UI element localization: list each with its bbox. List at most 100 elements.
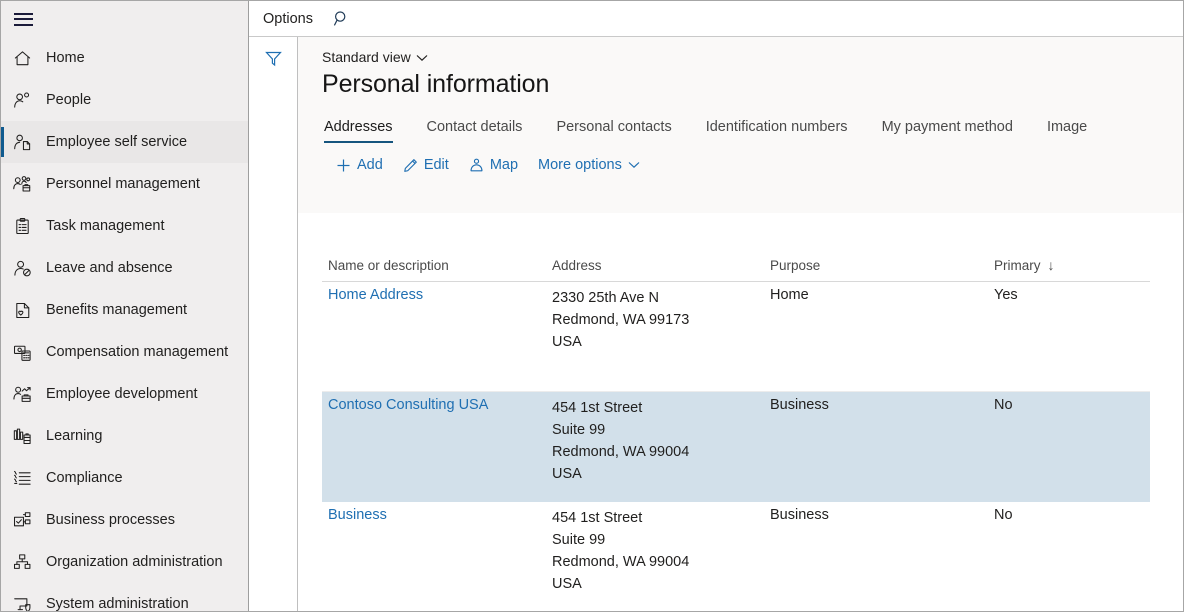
address-name-link[interactable]: Home Address	[328, 287, 423, 303]
sidebar-item-label: People	[46, 92, 92, 108]
sidebar-item-label: Learning	[46, 428, 103, 444]
cell-purpose: Business	[770, 507, 829, 523]
address-line: Redmond, WA 99004	[552, 554, 690, 570]
tab-strip: Addresses Contact details Personal contact…	[322, 115, 1183, 143]
sidebar-item-benefits-management[interactable]: Benefits management	[1, 289, 248, 331]
sidebar-item-label: System administration	[46, 596, 189, 611]
search-icon[interactable]	[333, 10, 350, 27]
org-chart-icon	[13, 553, 43, 572]
table-row[interactable]: Business 454 1st Street Suite 99 Redmond, W…	[322, 502, 1150, 611]
sidebar-item-label: Benefits management	[46, 302, 188, 318]
cell-purpose: Business	[770, 397, 829, 413]
sidebar-nav-list: Home People Employee self service Personnel…	[1, 37, 248, 611]
options-button[interactable]: Options	[263, 11, 313, 27]
cell-name-or-description: Home Address	[322, 282, 546, 391]
grid-column-header-primary[interactable]: Primary ↓	[988, 257, 1150, 273]
sidebar-item-business-processes[interactable]: Business processes	[1, 499, 248, 541]
sidebar-item-label: Organization administration	[46, 554, 223, 570]
grid-column-header-name-or-description[interactable]: Name or description	[322, 258, 546, 273]
filter-rail	[249, 37, 298, 611]
toolbar-button-label: Add	[357, 157, 383, 173]
pencil-icon	[403, 158, 418, 173]
tab-addresses[interactable]: Addresses	[322, 115, 410, 143]
cell-name-or-description: Contoso Consulting USA	[322, 392, 546, 502]
sidebar-header	[1, 1, 248, 37]
addresses-grid: Name or description Address Purpose Primary…	[322, 249, 1183, 611]
grid-column-header-purpose[interactable]: Purpose	[764, 258, 988, 273]
person-document-icon	[13, 133, 43, 152]
address-line: Redmond, WA 99173	[552, 312, 690, 328]
cell-primary: No	[994, 397, 1013, 413]
address-line: USA	[552, 334, 582, 350]
chart-book-icon	[13, 427, 43, 446]
address-line: Suite 99	[552, 532, 606, 548]
action-toolbar: Add Edit Map More options	[322, 153, 1183, 177]
address-line: USA	[552, 576, 582, 592]
tab-personal-contacts[interactable]: Personal contacts	[539, 115, 688, 143]
map-pin-icon	[469, 158, 484, 173]
tab-identification-numbers[interactable]: Identification numbers	[689, 115, 865, 143]
cell-name-or-description: Business	[322, 502, 546, 611]
sidebar-item-system-administration[interactable]: System administration	[1, 583, 248, 611]
sidebar-item-leave-and-absence[interactable]: Leave and absence	[1, 247, 248, 289]
person-clock-icon	[13, 259, 43, 278]
sidebar-item-home[interactable]: Home	[1, 37, 248, 79]
main-region: Options Standard view Personal informati…	[249, 1, 1183, 611]
sidebar-item-organization-administration[interactable]: Organization administration	[1, 541, 248, 583]
address-line: Suite 99	[552, 422, 606, 438]
grid-column-header-address[interactable]: Address	[546, 258, 764, 273]
sidebar-item-employee-self-service[interactable]: Employee self service	[1, 121, 248, 163]
sidebar-item-people[interactable]: People	[1, 79, 248, 121]
money-calculator-icon	[13, 343, 43, 362]
cell-primary: Yes	[994, 287, 1018, 303]
address-line: 454 1st Street	[552, 510, 643, 526]
sidebar-item-personnel-management[interactable]: Personnel management	[1, 163, 248, 205]
filter-funnel-icon[interactable]	[264, 50, 282, 72]
grid-column-label: Primary	[994, 257, 1041, 273]
plus-icon	[336, 158, 351, 173]
page-header: Standard view Personal information Addre…	[298, 37, 1183, 213]
sidebar-item-learning[interactable]: Learning	[1, 415, 248, 457]
sidebar-item-compliance[interactable]: Compliance	[1, 457, 248, 499]
grid-column-label: Name or description	[328, 257, 449, 273]
address-name-link[interactable]: Contoso Consulting USA	[328, 397, 488, 413]
view-selector[interactable]: Standard view	[322, 49, 428, 65]
cell-purpose: Home	[770, 287, 809, 303]
process-flow-icon	[13, 511, 43, 530]
tab-image[interactable]: Image	[1030, 115, 1104, 143]
people-badge-icon	[13, 175, 43, 194]
top-command-bar: Options	[249, 1, 1183, 37]
table-row[interactable]: Contoso Consulting USA 454 1st Street Suit…	[322, 392, 1150, 502]
sidebar-item-compensation-management[interactable]: Compensation management	[1, 331, 248, 373]
sidebar-item-label: Home	[46, 50, 85, 66]
hamburger-icon[interactable]	[14, 12, 33, 26]
chevron-down-icon	[628, 161, 640, 169]
sidebar-item-label: Business processes	[46, 512, 175, 528]
address-line: USA	[552, 466, 582, 482]
cell-address: 454 1st Street Suite 99 Redmond, WA 99004 U…	[546, 502, 764, 611]
grid-column-label: Purpose	[770, 257, 821, 273]
address-line: 2330 25th Ave N	[552, 290, 659, 306]
content-pane: Standard view Personal information Addre…	[298, 37, 1183, 611]
address-name-link[interactable]: Business	[328, 507, 387, 523]
grid-body: Home Address 2330 25th Ave N Redmond, WA 9…	[322, 282, 1183, 611]
edit-button[interactable]: Edit	[397, 153, 463, 177]
cell-address: 2330 25th Ave N Redmond, WA 99173 USA	[546, 282, 764, 391]
sort-descending-icon: ↓	[1047, 257, 1055, 273]
sidebar-item-employee-development[interactable]: Employee development	[1, 373, 248, 415]
page-title: Personal information	[322, 70, 550, 98]
toolbar-button-label: More options	[538, 157, 622, 173]
table-row[interactable]: Home Address 2330 25th Ave N Redmond, WA 9…	[322, 282, 1150, 392]
add-button[interactable]: Add	[330, 153, 397, 177]
navigation-sidebar: Home People Employee self service Personnel…	[1, 1, 249, 611]
sidebar-item-task-management[interactable]: Task management	[1, 205, 248, 247]
tab-contact-details[interactable]: Contact details	[410, 115, 540, 143]
map-button[interactable]: Map	[463, 153, 532, 177]
sidebar-item-label: Personnel management	[46, 176, 200, 192]
chevron-down-icon	[416, 49, 428, 65]
more-options-button[interactable]: More options	[532, 153, 654, 177]
clipboard-icon	[13, 217, 43, 236]
tab-my-payment-method[interactable]: My payment method	[865, 115, 1030, 143]
address-line: Redmond, WA 99004	[552, 444, 690, 460]
toolbar-button-label: Map	[489, 157, 519, 173]
